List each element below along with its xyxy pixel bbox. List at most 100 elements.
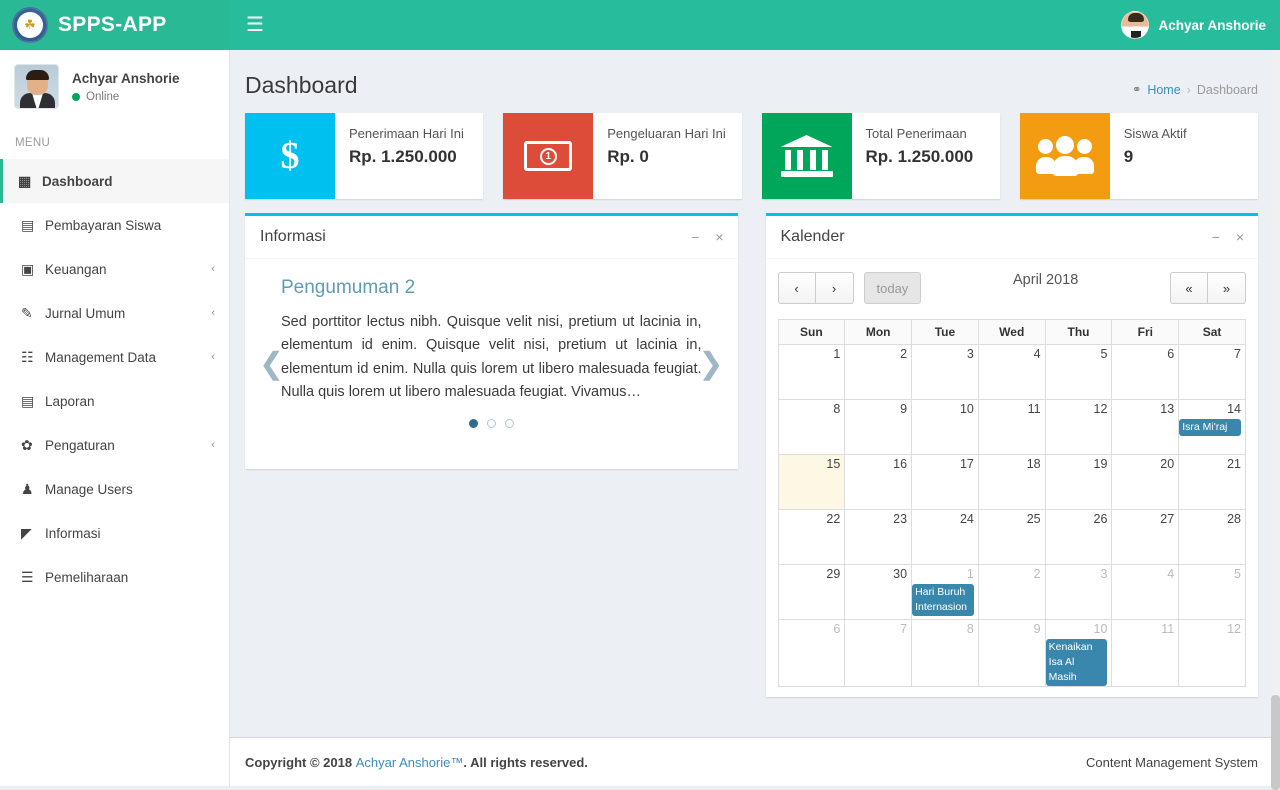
calendar-day-cell[interactable]: 3 bbox=[912, 345, 979, 399]
calendar-day-number: 7 bbox=[1234, 347, 1241, 361]
calendar-day-cell[interactable]: 7 bbox=[845, 620, 913, 686]
calendar-day-cell[interactable]: 22 bbox=[779, 510, 846, 564]
calendar-day-number: 7 bbox=[900, 622, 908, 636]
calendar-day-cell[interactable]: 7 bbox=[1179, 345, 1245, 399]
sidebar-item-informasi[interactable]: ◤ Informasi bbox=[0, 511, 229, 555]
calendar-day-cell[interactable]: 20 bbox=[1112, 455, 1180, 509]
footer-author-link[interactable]: Achyar Anshorie™ bbox=[356, 755, 464, 770]
calendar-event[interactable]: Hari Buruh Internasion bbox=[912, 584, 974, 616]
minimize-icon[interactable]: − bbox=[1212, 229, 1220, 245]
calendar-day-cell[interactable]: 10 Kenaikan Isa Al Masih bbox=[1045, 620, 1113, 686]
calendar-day-cell[interactable]: 6 bbox=[1112, 345, 1180, 399]
calendar-day-number: 4 bbox=[1033, 347, 1041, 361]
sidebar-item-jurnal-umum[interactable]: ✎ Jurnal Umum ‹ bbox=[0, 291, 229, 335]
calendar-day-cell[interactable]: 28 bbox=[1179, 510, 1245, 564]
calendar-fast-prev-button[interactable]: « bbox=[1170, 272, 1208, 304]
calendar-day-cell[interactable]: 4 bbox=[979, 345, 1046, 399]
user-menu[interactable]: Achyar Anshorie bbox=[1121, 11, 1266, 39]
main-content: Dashboard ⚭ Home › Dashboard $ Penerimaan… bbox=[230, 50, 1280, 737]
calendar-day-number: 6 bbox=[833, 622, 841, 636]
calendar-day-cell[interactable]: 9 bbox=[979, 620, 1046, 686]
school-emblem-icon: ☘ bbox=[12, 7, 48, 43]
calendar-day-number: 8 bbox=[966, 622, 974, 636]
calendar-day-number: 20 bbox=[1160, 457, 1175, 471]
calendar-day-cell[interactable]: 10 bbox=[912, 400, 979, 454]
calendar-day-cell[interactable]: 11 bbox=[1112, 620, 1180, 686]
calendar-day-cell[interactable]: 19 bbox=[1046, 455, 1113, 509]
money-bill-icon: 1 bbox=[503, 113, 594, 199]
sidebar-item-dashboard[interactable]: ▦ Dashboard bbox=[0, 159, 229, 203]
minimize-icon[interactable]: − bbox=[691, 229, 699, 245]
stat-box-pengeluaran-hari-ini[interactable]: 1 Pengeluaran Hari Ini Rp. 0 bbox=[503, 113, 742, 199]
calendar-day-cell[interactable]: 5 bbox=[1179, 565, 1245, 619]
calendar-week-row: 1 2 3 4 5 6 7 bbox=[778, 345, 1245, 400]
calendar-day-cell[interactable]: 26 bbox=[1046, 510, 1113, 564]
calendar-day-cell[interactable]: 12 bbox=[1046, 400, 1113, 454]
calendar-fastnav-group: « » bbox=[1170, 272, 1246, 304]
calendar-day-cell[interactable]: 14 Isra Mi'raj bbox=[1179, 400, 1245, 454]
calendar-day-cell[interactable]: 4 bbox=[1112, 565, 1180, 619]
calendar-day-cell[interactable]: 2 bbox=[979, 565, 1046, 619]
stat-box-siswa-aktif[interactable]: Siswa Aktif 9 bbox=[1019, 113, 1258, 199]
calendar-day-cell[interactable]: 18 bbox=[979, 455, 1046, 509]
calendar-day-cell[interactable]: 8 bbox=[912, 620, 979, 686]
carousel-prev-icon[interactable]: ❮ bbox=[259, 347, 284, 382]
bank-icon bbox=[761, 113, 852, 199]
sidebar-item-manage-users[interactable]: ♟ Manage Users bbox=[0, 467, 229, 511]
calendar-day-cell[interactable]: 29 bbox=[779, 565, 846, 619]
calendar-event[interactable]: Kenaikan Isa Al Masih bbox=[1045, 639, 1108, 686]
app-logo-area[interactable]: ☘ SPPS-APP bbox=[0, 0, 230, 50]
calendar-day-cell[interactable]: 3 bbox=[1046, 565, 1113, 619]
calendar-day-cell[interactable]: 15 bbox=[778, 455, 846, 509]
calendar-day-cell[interactable]: 8 bbox=[779, 400, 846, 454]
calendar-fast-next-button[interactable]: » bbox=[1208, 272, 1246, 304]
calendar-day-cell[interactable]: 23 bbox=[845, 510, 913, 564]
calendar-day-cell[interactable]: 11 bbox=[979, 400, 1046, 454]
calendar-day-cell[interactable]: 25 bbox=[979, 510, 1046, 564]
stat-box-total-penerimaan[interactable]: Total Penerimaan Rp. 1.250.000 bbox=[761, 113, 1000, 199]
sidebar-item-pembayaran-siswa[interactable]: ▤ Pembayaran Siswa bbox=[0, 203, 229, 247]
carousel-dot[interactable] bbox=[504, 418, 514, 428]
calendar-day-cell[interactable]: 2 bbox=[845, 345, 913, 399]
calendar-day-cell[interactable]: 6 bbox=[779, 620, 846, 686]
close-icon[interactable]: × bbox=[1236, 229, 1244, 245]
sidebar-item-management-data[interactable]: ☷ Management Data ‹ bbox=[0, 335, 229, 379]
carousel-dot[interactable] bbox=[486, 418, 496, 428]
calendar-day-cell[interactable]: 16 bbox=[845, 455, 913, 509]
calendar-day-cell[interactable]: 9 bbox=[845, 400, 913, 454]
calendar-day-cell[interactable]: 27 bbox=[1112, 510, 1180, 564]
stat-value: Rp. 1.250.000 bbox=[349, 147, 457, 166]
calendar-next-button[interactable]: › bbox=[815, 272, 854, 304]
calendar-day-cell[interactable]: 13 bbox=[1112, 400, 1180, 454]
sidebar-item-pemeliharaan[interactable]: ☰ Pemeliharaan bbox=[0, 555, 229, 599]
page-scrollbar-thumb[interactable] bbox=[1271, 695, 1280, 790]
calendar-today-button[interactable]: today bbox=[863, 272, 922, 304]
breadcrumb-home-link[interactable]: Home bbox=[1147, 83, 1180, 97]
carousel-dot[interactable] bbox=[468, 418, 478, 428]
calendar-day-cell[interactable]: 30 bbox=[845, 565, 913, 619]
sidebar-profile[interactable]: Achyar Anshorie Online bbox=[0, 50, 229, 123]
panel-row: Informasi − × ❮ ❯ Pengumuman 2 Sed portt… bbox=[230, 199, 1280, 697]
calendar-day-cell[interactable]: 21 bbox=[1179, 455, 1245, 509]
calendar-day-cell[interactable]: 12 bbox=[1179, 620, 1245, 686]
sidebar-item-laporan[interactable]: ▤ Laporan bbox=[0, 379, 229, 423]
calendar-day-number: 23 bbox=[893, 512, 908, 526]
carousel-next-icon[interactable]: ❯ bbox=[698, 347, 723, 382]
calendar-day-cell[interactable]: 17 bbox=[912, 455, 979, 509]
sidebar-item-pengaturan[interactable]: ✿ Pengaturan ‹ bbox=[0, 423, 229, 467]
sidebar-item-label: Manage Users bbox=[45, 481, 133, 497]
calendar-event[interactable]: Isra Mi'raj bbox=[1179, 419, 1241, 436]
sidebar-menu-list: ▦ Dashboard ▤ Pembayaran Siswa ▣ Keuangan ‹ ✎ Ju… bbox=[0, 159, 229, 599]
calendar-day-cell[interactable]: 1 Hari Buruh Internasion bbox=[912, 565, 979, 619]
calendar-day-cell[interactable]: 1 bbox=[779, 345, 846, 399]
page-scrollbar-track[interactable] bbox=[1271, 50, 1280, 790]
sidebar-item-label: Keuangan bbox=[45, 261, 107, 277]
sidebar-item-keuangan[interactable]: ▣ Keuangan ‹ bbox=[0, 247, 229, 291]
calendar-prev-button[interactable]: ‹ bbox=[777, 272, 816, 304]
calendar-day-cell[interactable]: 5 bbox=[1046, 345, 1113, 399]
calendar-day-cell[interactable]: 24 bbox=[912, 510, 979, 564]
stat-box-penerimaan-hari-ini[interactable]: $ Penerimaan Hari Ini Rp. 1.250.000 bbox=[245, 113, 484, 199]
close-icon[interactable]: × bbox=[715, 229, 723, 245]
hamburger-menu-icon[interactable]: ☰ bbox=[246, 15, 264, 35]
sidebar-profile-name: Achyar Anshorie bbox=[72, 70, 180, 86]
